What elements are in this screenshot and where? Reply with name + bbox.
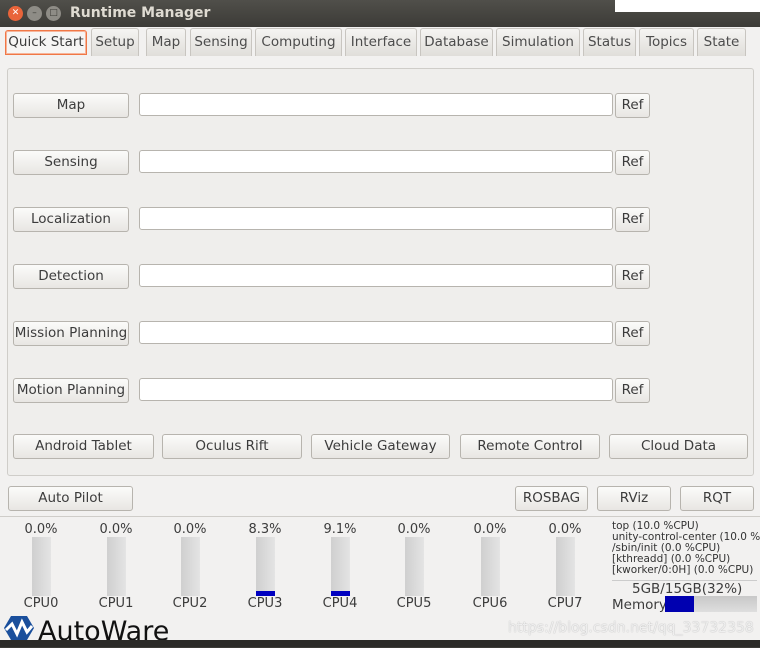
rosbag-button[interactable]: ROSBAG: [515, 486, 588, 511]
tab-status[interactable]: Status: [583, 28, 636, 56]
cpu-percent: 0.0%: [473, 522, 507, 537]
cpu-usage-bar: [481, 537, 500, 596]
tab-sensing[interactable]: Sensing: [190, 28, 252, 56]
remote-control-button[interactable]: Remote Control: [460, 434, 600, 459]
tab-setup[interactable]: Setup: [91, 28, 139, 56]
cpu-usage-bar: [256, 537, 275, 596]
ref-button[interactable]: Ref: [615, 264, 650, 289]
watermark: https://blog.csdn.net/qq_33732358: [508, 620, 754, 636]
cloud-data-button[interactable]: Cloud Data: [609, 434, 748, 459]
tab-topics[interactable]: Topics: [639, 28, 694, 56]
close-window-button[interactable]: ✕: [8, 6, 23, 21]
sensing-path-field[interactable]: [139, 150, 613, 173]
auto-pilot-button[interactable]: Auto Pilot: [8, 486, 133, 511]
localization-path-field[interactable]: [139, 207, 613, 230]
ref-button[interactable]: Ref: [615, 93, 650, 118]
terminal-background: [0, 640, 760, 647]
launch-sensing-button[interactable]: Sensing: [13, 150, 129, 175]
cpu-percent: 0.0%: [24, 522, 58, 537]
window-title: Runtime Manager: [70, 5, 211, 21]
ref-button[interactable]: Ref: [615, 207, 650, 232]
memory-bar: [665, 596, 757, 612]
motion-planning-path-field[interactable]: [139, 378, 613, 401]
ref-button[interactable]: Ref: [615, 150, 650, 175]
tab-quick-start[interactable]: Quick Start: [5, 30, 87, 55]
ref-button[interactable]: Ref: [615, 321, 650, 346]
detection-path-field[interactable]: [139, 264, 613, 287]
background-window-fragment: [615, 0, 760, 12]
cpu-percent: 0.0%: [548, 522, 582, 537]
cpu-usage-bar: [181, 537, 200, 596]
launch-detection-button[interactable]: Detection: [13, 264, 129, 289]
cpu-label: CPU0: [23, 596, 59, 611]
cpu-percent: 0.0%: [99, 522, 133, 537]
rviz-button[interactable]: RViz: [597, 486, 671, 511]
minimize-window-button[interactable]: –: [27, 6, 42, 21]
tab-simulation[interactable]: Simulation: [496, 28, 580, 56]
tab-state[interactable]: State: [697, 28, 746, 56]
launch-localization-button[interactable]: Localization: [13, 207, 129, 232]
launch-map-button[interactable]: Map: [13, 93, 129, 118]
tab-map[interactable]: Map: [146, 28, 186, 56]
rqt-button[interactable]: RQT: [680, 486, 754, 511]
cpu-usage-bar: [107, 537, 126, 596]
memory-usage-text: 5GB/15GB(32%): [632, 581, 743, 597]
cpu-label: CPU7: [547, 596, 583, 611]
cpu-usage-bar: [32, 537, 51, 596]
process-item: [kworker/0:0H] (0.0 %CPU): [612, 564, 754, 576]
memory-bar-fill: [665, 596, 695, 612]
divider: [0, 516, 760, 517]
cpu-percent: 8.3%: [248, 522, 282, 537]
tab-computing[interactable]: Computing: [255, 28, 342, 56]
tab-interface[interactable]: Interface: [345, 28, 417, 56]
cpu-label: CPU4: [322, 596, 358, 611]
vehicle-gateway-button[interactable]: Vehicle Gateway: [311, 434, 450, 459]
tab-database[interactable]: Database: [420, 28, 493, 56]
cpu-label: CPU5: [396, 596, 432, 611]
cpu-percent: 0.0%: [173, 522, 207, 537]
cpu-percent: 9.1%: [323, 522, 357, 537]
cpu-usage-bar: [556, 537, 575, 596]
cpu-label: CPU3: [247, 596, 283, 611]
launch-mission-planning-button[interactable]: Mission Planning: [13, 321, 129, 346]
cpu-label: CPU6: [472, 596, 508, 611]
maximize-window-button[interactable]: □: [46, 6, 61, 21]
android-tablet-button[interactable]: Android Tablet: [13, 434, 154, 459]
cpu-label: CPU1: [98, 596, 134, 611]
cpu-usage-bar: [331, 537, 350, 596]
launch-motion-planning-button[interactable]: Motion Planning: [13, 378, 129, 403]
oculus-rift-button[interactable]: Oculus Rift: [162, 434, 302, 459]
mission-planning-path-field[interactable]: [139, 321, 613, 344]
ref-button[interactable]: Ref: [615, 378, 650, 403]
cpu-percent: 0.0%: [397, 522, 431, 537]
map-path-field[interactable]: [139, 93, 613, 116]
cpu-label: CPU2: [172, 596, 208, 611]
cpu-usage-bar: [405, 537, 424, 596]
memory-label: Memory: [612, 597, 667, 613]
